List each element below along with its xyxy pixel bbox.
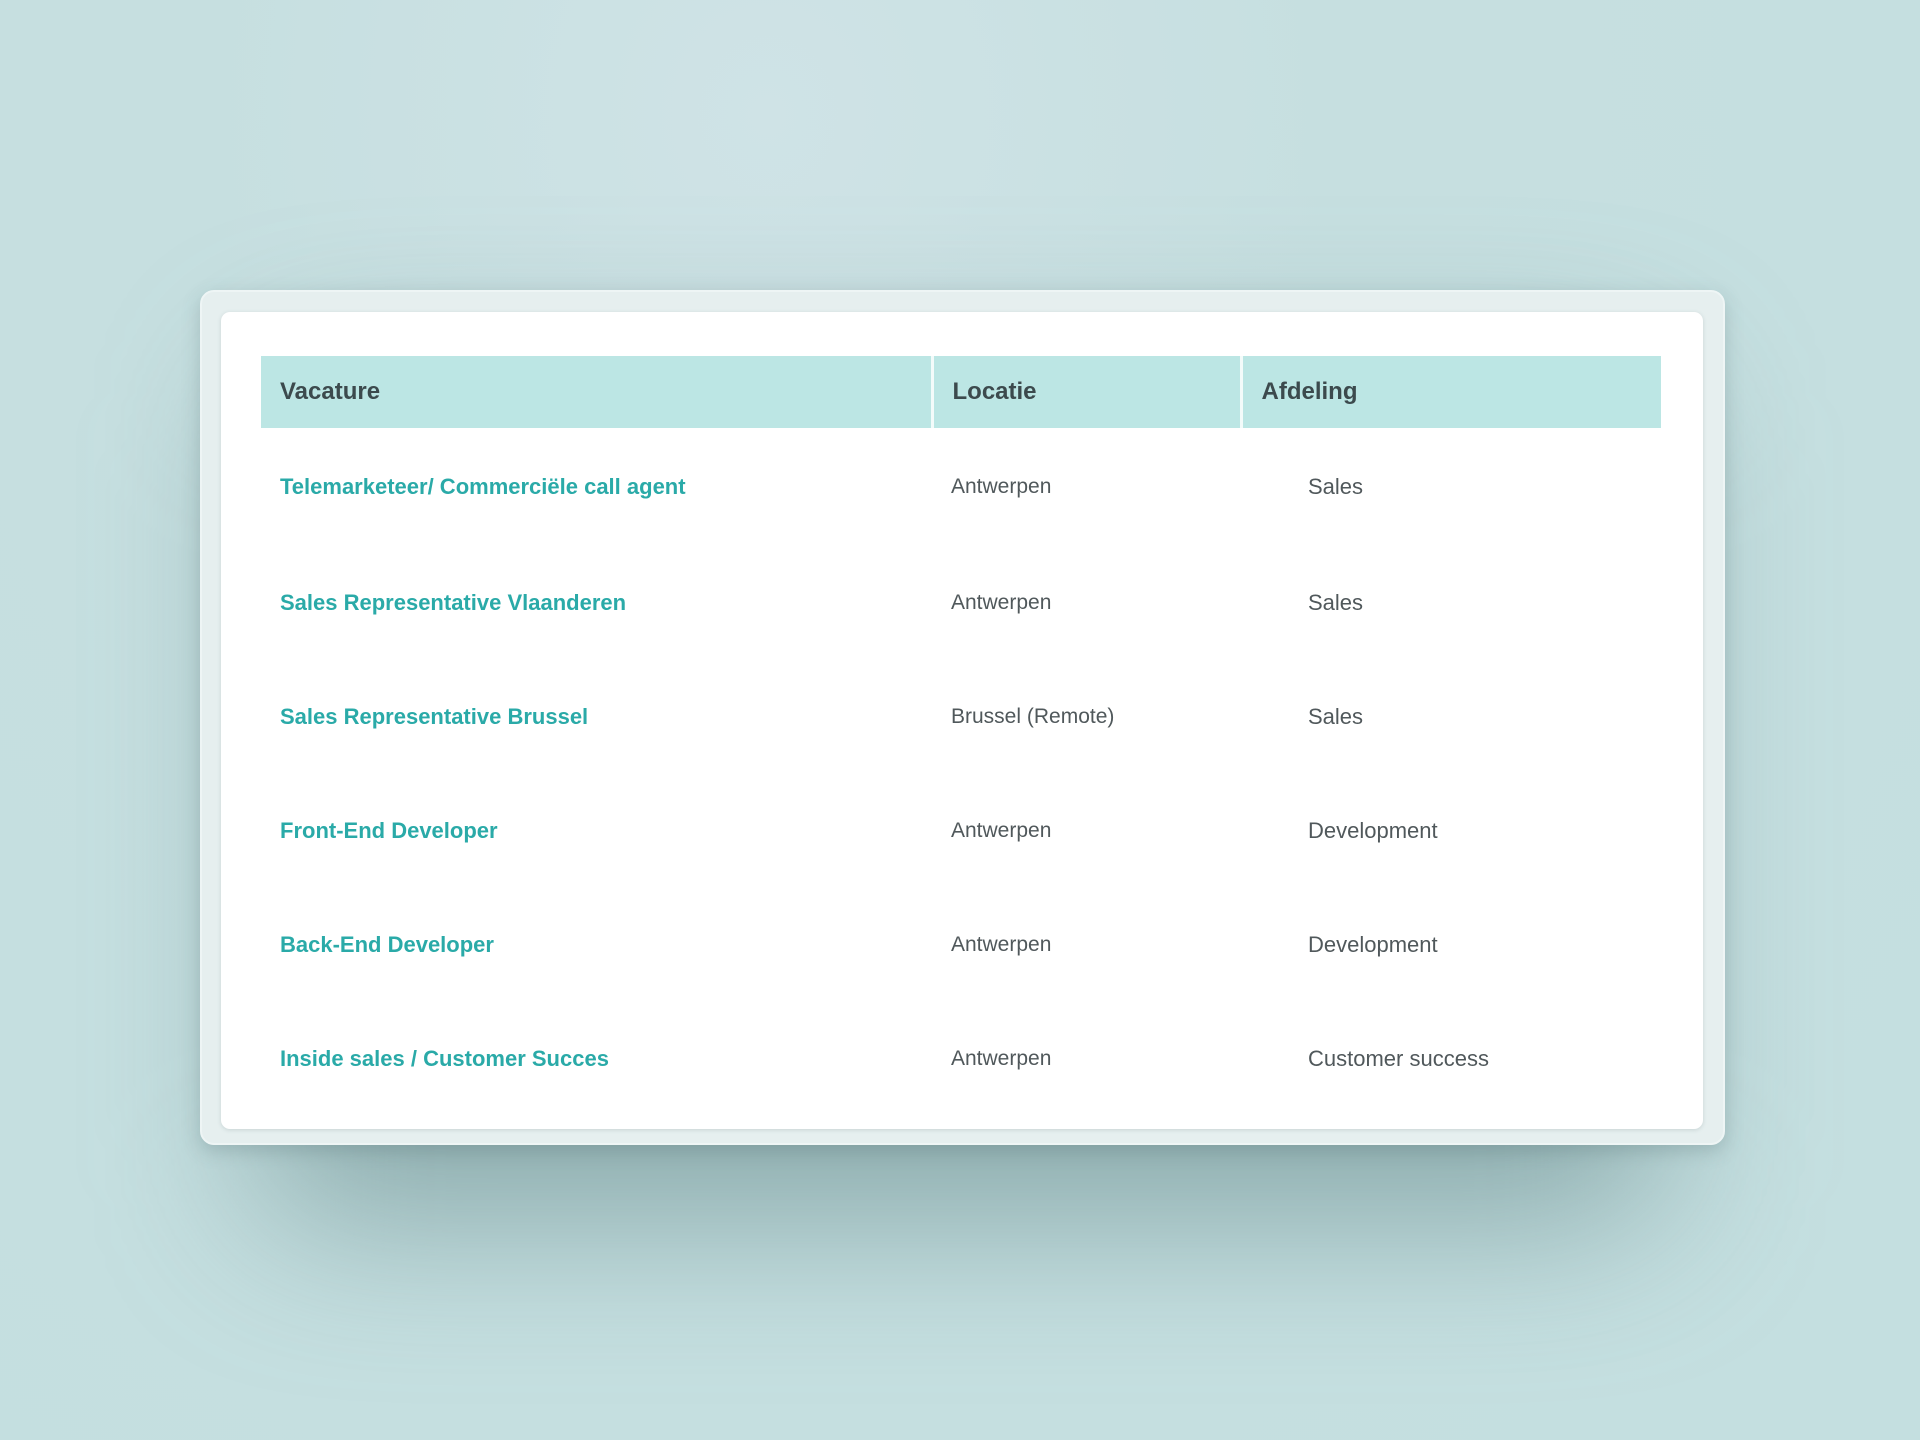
table-row: Sales Representative Brussel Brussel (Re… (261, 660, 1661, 774)
vacancy-department: Sales (1308, 474, 1364, 499)
vacancy-department: Customer success (1308, 1046, 1489, 1071)
table-row: Telemarketeer/ Commerciële call agent An… (261, 428, 1661, 546)
header-row: Vacature Locatie Afdeling (261, 356, 1661, 428)
vacancy-title-link[interactable]: Back-End Developer (261, 888, 932, 1002)
vacancy-location: Antwerpen (951, 475, 1052, 498)
table-row: Sales Representative Vlaanderen Antwerpe… (261, 546, 1661, 660)
vacancies-card: Vacature Locatie Afdeling Telemarketeer/… (221, 312, 1703, 1129)
column-header-locatie: Locatie (930, 356, 1241, 428)
table-body: Telemarketeer/ Commerciële call agent An… (261, 428, 1661, 1116)
vacancy-department: Sales (1308, 704, 1364, 729)
vacancy-location: Brussel (Remote) (951, 705, 1115, 728)
vacancy-title-link[interactable]: Sales Representative Vlaanderen (261, 546, 932, 660)
vacancy-department: Development (1308, 932, 1438, 957)
vacancy-title-link[interactable]: Telemarketeer/ Commerciële call agent (261, 428, 932, 546)
column-header-vacature: Vacature (261, 356, 932, 428)
vacancy-location: Antwerpen (951, 819, 1052, 842)
vacancy-department: Sales (1308, 590, 1364, 615)
table-row: Back-End Developer Antwerpen Development (261, 888, 1661, 1002)
vacancy-department: Development (1308, 818, 1438, 843)
table-header: Vacature Locatie Afdeling (261, 356, 1661, 428)
vacancy-title-link[interactable]: Front-End Developer (261, 774, 932, 888)
column-header-afdeling: Afdeling (1239, 356, 1661, 428)
vacancy-title-link[interactable]: Inside sales / Customer Succes (261, 1002, 932, 1116)
table-row: Front-End Developer Antwerpen Developmen… (261, 774, 1661, 888)
vacancy-location: Antwerpen (951, 1047, 1052, 1070)
table-row: Inside sales / Customer Succes Antwerpen… (261, 1002, 1661, 1116)
vacancy-title-link[interactable]: Sales Representative Brussel (261, 660, 932, 774)
vacancy-location: Antwerpen (951, 591, 1052, 614)
vacancy-location: Antwerpen (951, 933, 1052, 956)
vacancies-table: Vacature Locatie Afdeling Telemarketeer/… (261, 356, 1661, 1116)
